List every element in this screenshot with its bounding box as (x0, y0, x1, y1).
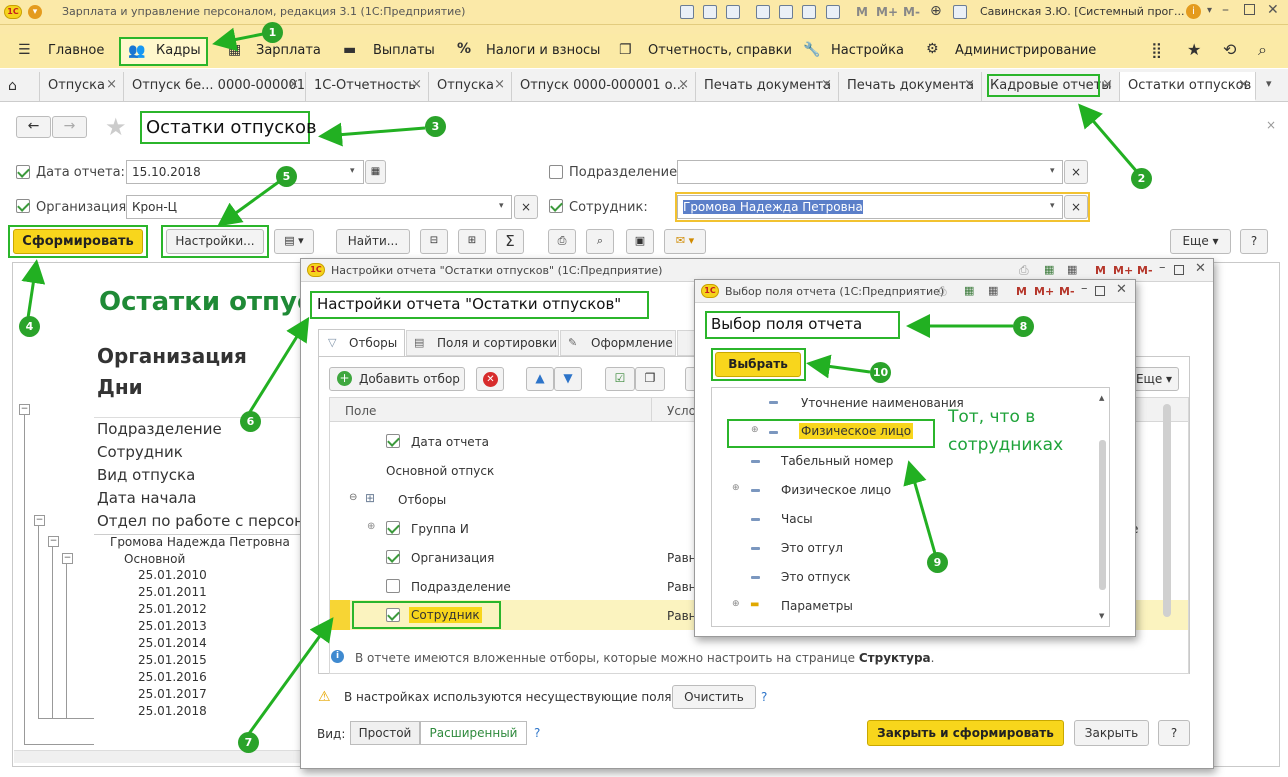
callout-badge: 7 (238, 732, 259, 753)
callout-badge: 10 (870, 362, 891, 383)
callout-badge: 6 (240, 411, 261, 432)
callout-badge: 1 (262, 22, 283, 43)
callout-badge: 2 (1131, 168, 1152, 189)
callout-badge: 5 (276, 166, 297, 187)
callout-badge: 3 (425, 116, 446, 137)
callout-badge: 9 (927, 552, 948, 573)
annotation-arrows (21, 27, 1140, 736)
callout-badge: 4 (19, 316, 40, 337)
callout-badge: 8 (1013, 316, 1034, 337)
